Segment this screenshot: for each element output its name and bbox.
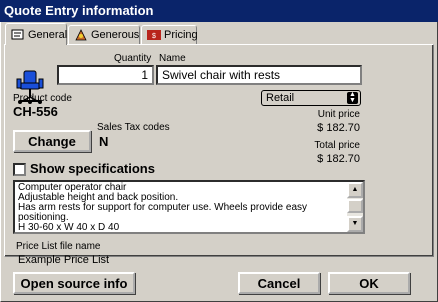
tab-generous-label: Generous — [91, 29, 140, 41]
open-source-info-button[interactable]: Open source info — [13, 272, 135, 294]
general-tab-icon — [11, 29, 25, 41]
svg-text:$: $ — [152, 33, 156, 40]
ok-button[interactable]: OK — [328, 272, 410, 294]
tab-pricing[interactable]: $ Pricing — [141, 25, 198, 44]
generous-tab-icon — [74, 29, 88, 41]
unit-price-label: Unit price — [317, 109, 360, 120]
pricing-tab-icon: $ — [147, 29, 161, 41]
spec-line: H 30-60 x W 40 x D 40 — [18, 222, 120, 233]
show-specifications-label: Show specifications — [30, 161, 155, 176]
specifications-textarea[interactable]: Computer operator chair Adjustable heigh… — [13, 180, 365, 234]
scroll-down-icon[interactable]: ▼ — [347, 216, 363, 232]
unit-price-value: $ 182.70 — [317, 122, 360, 134]
product-code-value: CH-556 — [13, 104, 58, 119]
name-label: Name — [159, 53, 186, 64]
price-list-file-label: Price List file name — [16, 241, 101, 252]
spec-line: Has arm rests for support for computer u… — [18, 202, 308, 223]
product-code-label: Product code — [13, 93, 72, 104]
quantity-label: Quantity — [114, 53, 152, 64]
change-button[interactable]: Change — [13, 130, 91, 152]
total-price-label: Total price — [314, 140, 360, 151]
price-list-select[interactable]: Retail ▲ ▼ — [261, 90, 361, 106]
sales-tax-codes-label: Sales Tax codes — [97, 122, 170, 133]
total-price-value: $ 182.70 — [317, 153, 360, 165]
scroll-up-icon[interactable]: ▲ — [347, 182, 363, 198]
show-specifications-checkbox[interactable] — [13, 163, 26, 176]
tab-general-label: General — [28, 28, 68, 41]
tab-generous[interactable]: Generous — [68, 25, 140, 44]
tab-pricing-label: Pricing — [164, 29, 198, 41]
specifications-scrollbar[interactable]: ▲ ▼ — [347, 182, 363, 232]
chevron-updown-icon: ▲ ▼ — [347, 91, 358, 104]
price-list-file-name: Example Price List — [18, 254, 110, 266]
name-field[interactable]: Swivel chair with rests — [156, 65, 362, 85]
sales-tax-code-value: N — [99, 134, 109, 149]
scroll-thumb[interactable] — [347, 199, 363, 213]
cancel-button[interactable]: Cancel — [238, 272, 320, 294]
dialog-body: General Generous $ Pricing Quantity 1 Na… — [0, 22, 438, 302]
quantity-field[interactable]: 1 — [57, 65, 154, 85]
tab-general[interactable]: General — [5, 23, 67, 45]
general-panel: Quantity 1 Name Swivel chair with rests … — [4, 44, 434, 257]
window-title: Quote Entry information — [0, 0, 438, 22]
price-list-selected: Retail — [266, 92, 295, 104]
